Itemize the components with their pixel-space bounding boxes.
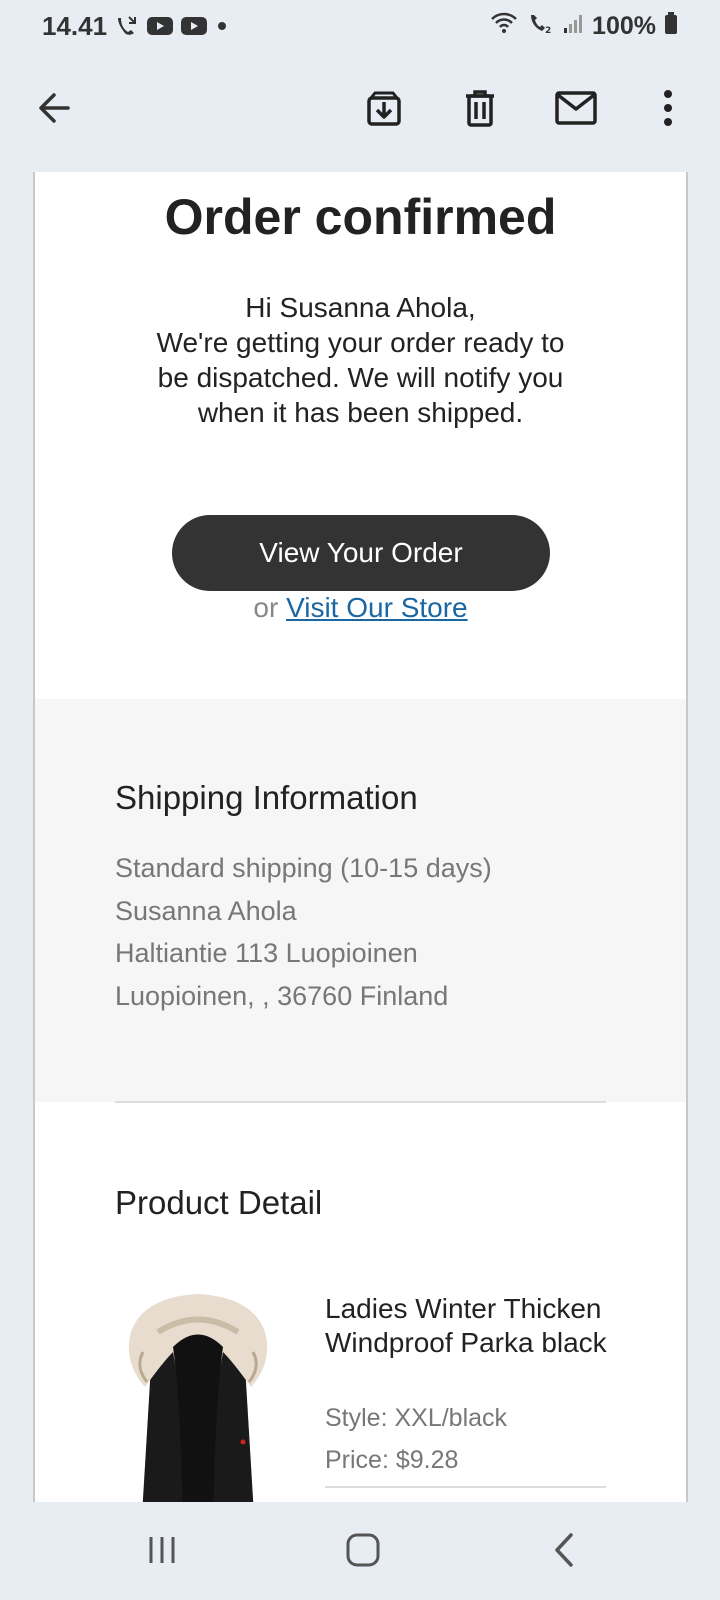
more-vert-icon	[662, 88, 674, 133]
shipping-details: Standard shipping (10-15 days) Susanna A…	[115, 847, 492, 1017]
store-link-line: or Visit Our Store	[35, 592, 686, 624]
or-text: or	[253, 592, 279, 623]
product-name[interactable]: Ladies Winter Thicken Windproof Parka bl…	[325, 1292, 615, 1360]
home-button[interactable]	[333, 1522, 393, 1582]
product-heading: Product Detail	[115, 1184, 323, 1221]
system-nav-bar	[0, 1502, 720, 1600]
battery-icon	[664, 11, 678, 42]
email-intro: Hi Susanna Ahola, We're getting your ord…	[35, 290, 686, 430]
svg-text:2: 2	[545, 26, 551, 35]
status-left: 14.41	[42, 11, 229, 42]
wifi-icon	[490, 11, 518, 42]
shipping-name: Susanna Ahola	[115, 895, 297, 926]
product-image[interactable]	[123, 1292, 273, 1502]
archive-button[interactable]	[354, 80, 414, 140]
mark-unread-button[interactable]	[546, 80, 606, 140]
recents-button[interactable]	[132, 1522, 192, 1582]
recents-icon	[145, 1533, 179, 1572]
shipping-method: Standard shipping (10-15 days)	[115, 853, 492, 883]
delete-button[interactable]	[450, 80, 510, 140]
greeting: Hi Susanna Ahola,	[245, 292, 476, 323]
status-right: 2 100%	[490, 11, 678, 42]
email-toolbar	[0, 52, 720, 172]
back-button[interactable]	[24, 80, 84, 140]
product-divider	[325, 1486, 606, 1488]
youtube-icon	[147, 16, 174, 36]
dot-icon	[215, 19, 229, 33]
message-line: We're getting your order ready to	[156, 327, 565, 358]
shipping-section: Shipping Information Standard shipping (…	[35, 699, 686, 1102]
status-bar: 14.41 2 100%	[0, 0, 720, 52]
shipping-address-line2: Luopioinen, , 36760 Finland	[115, 980, 449, 1011]
shipping-heading: Shipping Information	[115, 779, 418, 816]
product-style: Style: XXL/black	[325, 1404, 508, 1432]
more-options-button[interactable]	[638, 80, 698, 140]
arrow-left-icon	[34, 88, 74, 133]
product-price: Price: $9.28	[325, 1446, 459, 1474]
section-divider	[115, 1101, 606, 1103]
shipping-address-line1: Haltiantie 113 Luopioinen	[115, 938, 418, 968]
battery-percent: 100%	[592, 11, 656, 40]
wifi-call-icon: 2	[526, 11, 554, 42]
message-line: when it has been shipped.	[197, 397, 524, 428]
mail-icon	[554, 90, 598, 131]
email-title: Order confirmed	[164, 189, 557, 245]
signal-icon	[562, 12, 584, 41]
archive-icon	[364, 88, 404, 133]
status-time: 14.41	[42, 10, 108, 41]
chevron-left-icon	[549, 1532, 579, 1573]
visit-store-link[interactable]: Visit Our Store	[286, 592, 468, 623]
trash-icon	[460, 87, 500, 134]
view-order-button[interactable]: View Your Order	[172, 515, 550, 591]
back-nav-button[interactable]	[534, 1522, 594, 1582]
email-body: Order confirmed Hi Susanna Ahola, We're …	[33, 172, 688, 1502]
message-line: be dispatched. We will notify you	[157, 362, 564, 393]
home-icon	[345, 1532, 381, 1573]
missed-call-icon	[115, 14, 139, 38]
youtube-icon	[181, 16, 208, 36]
